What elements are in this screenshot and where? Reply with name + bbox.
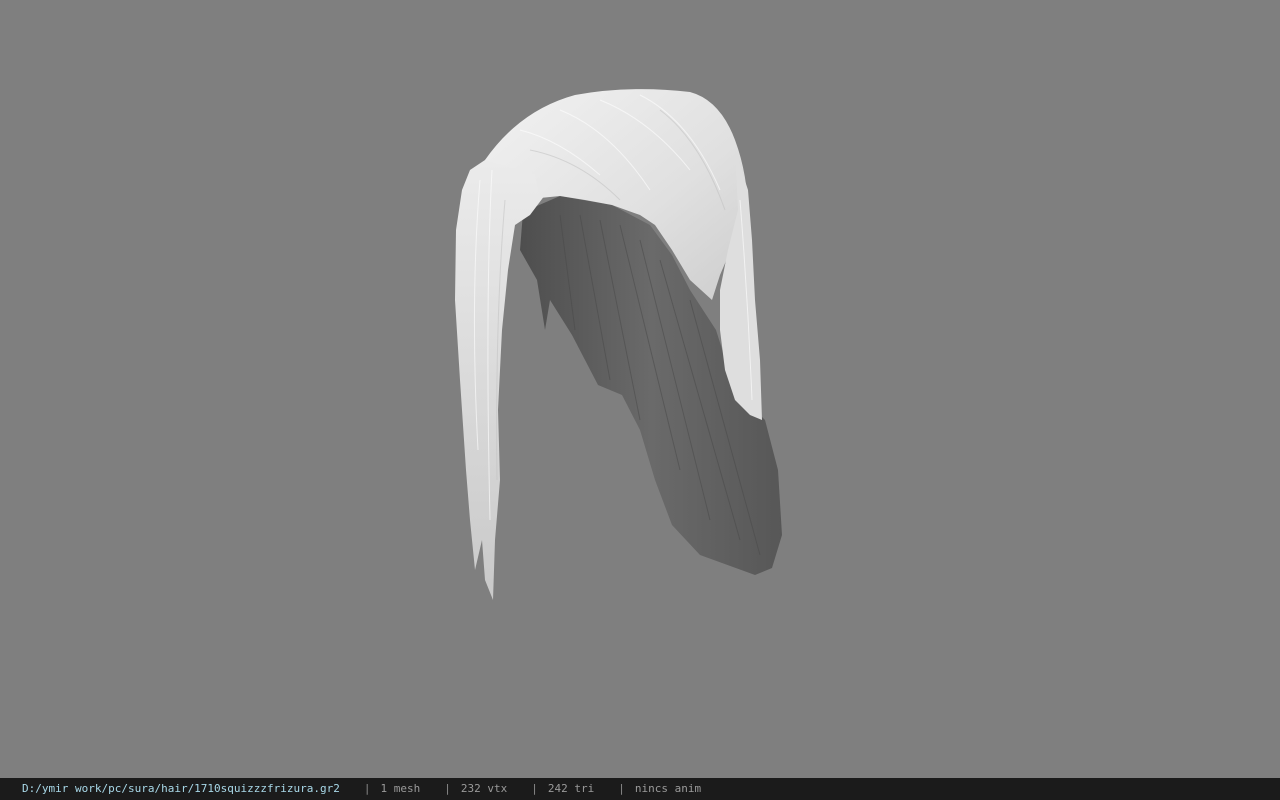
mesh-count: 1 mesh bbox=[380, 782, 421, 795]
separator: | bbox=[363, 782, 371, 795]
triangle-count: 242 tri bbox=[547, 782, 595, 795]
status-bar: D:/ymir work/pc/sura/hair/1710squizzzfri… bbox=[0, 778, 1280, 800]
separator: | bbox=[444, 782, 451, 795]
3d-viewport[interactable] bbox=[0, 0, 1280, 778]
model-render bbox=[455, 89, 782, 600]
separator: | bbox=[531, 782, 538, 795]
separator: | bbox=[618, 782, 625, 795]
vertex-count: 232 vtx bbox=[460, 782, 508, 795]
anim-status: nincs anim bbox=[634, 782, 702, 795]
file-path: D:/ymir work/pc/sura/hair/1710squizzzfri… bbox=[22, 782, 340, 795]
